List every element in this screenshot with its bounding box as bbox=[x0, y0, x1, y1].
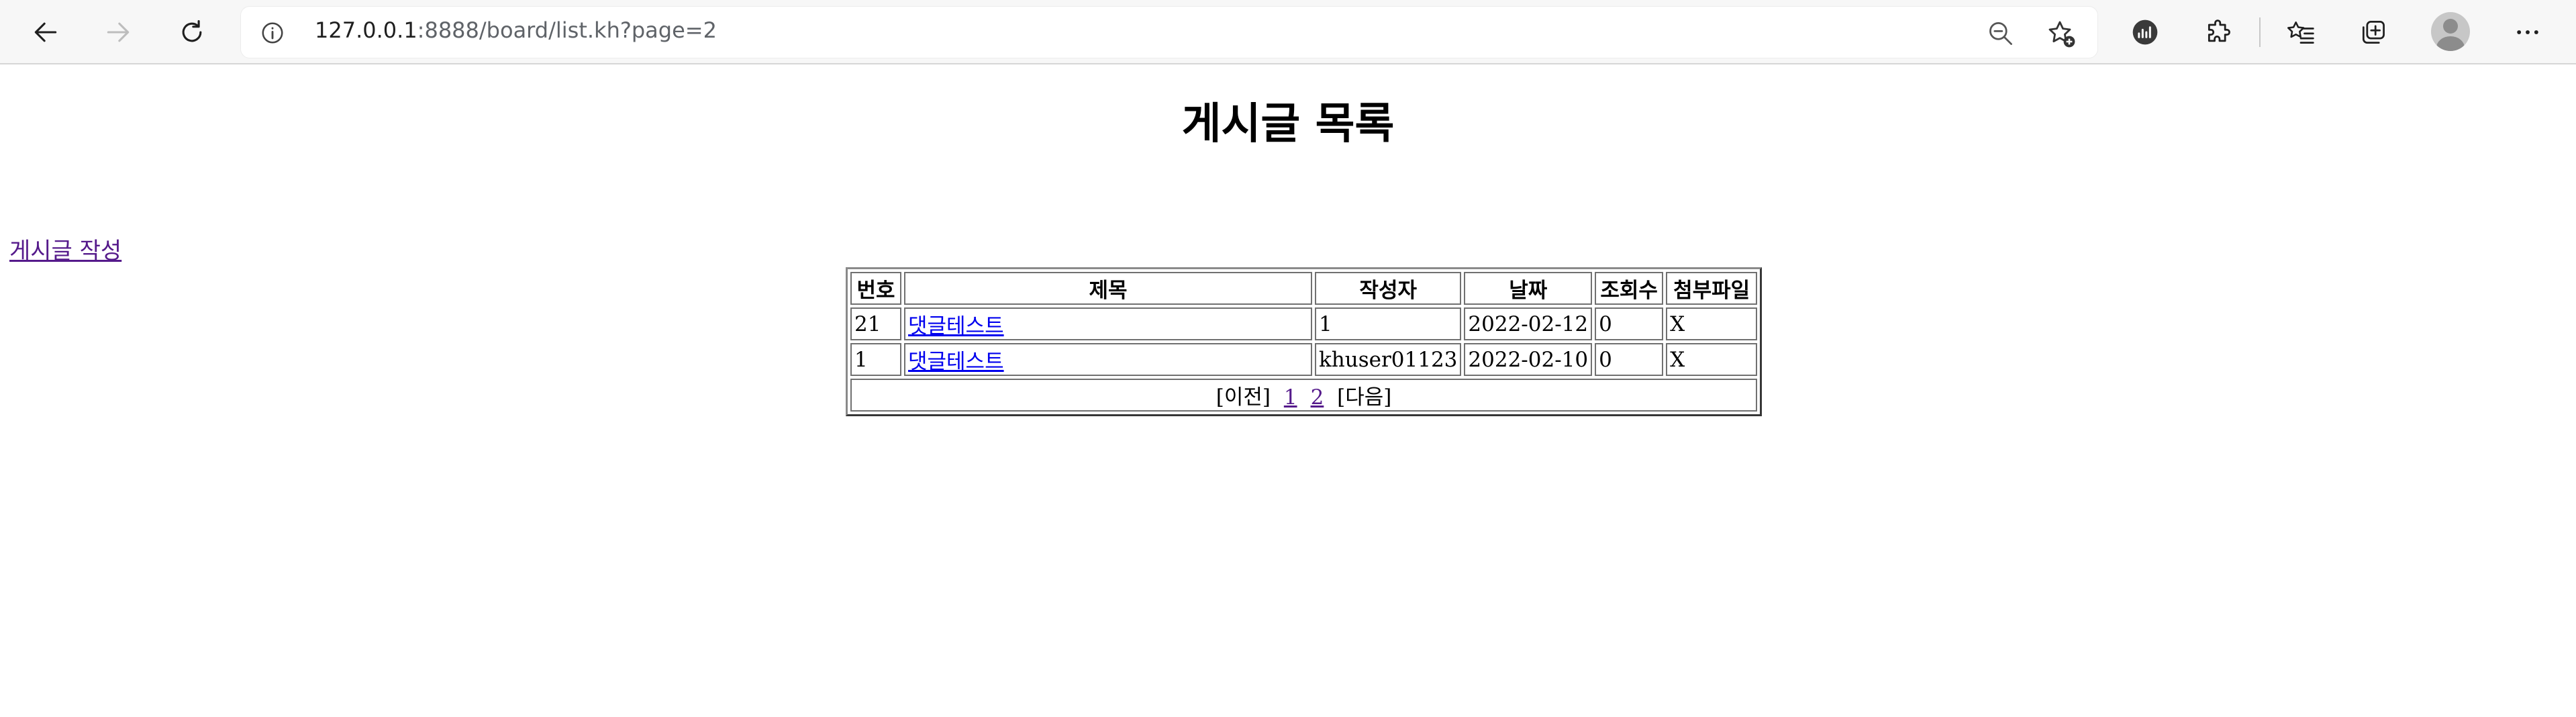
cell-no: 21 bbox=[850, 307, 901, 340]
more-button[interactable] bbox=[2506, 11, 2549, 54]
avatar-icon[interactable] bbox=[2431, 12, 2470, 51]
header-title: 제목 bbox=[904, 272, 1312, 305]
arrow-left-icon bbox=[34, 22, 57, 42]
cell-file: X bbox=[1666, 343, 1758, 376]
pagination: [이전] 12 [다음] bbox=[850, 379, 1758, 412]
more-icon bbox=[2517, 30, 2538, 34]
collections-button[interactable] bbox=[2352, 11, 2395, 54]
reload-icon bbox=[182, 19, 202, 42]
write-post-link[interactable]: 게시글 작성 bbox=[9, 235, 121, 267]
pagination-next: [다음] bbox=[1337, 385, 1392, 410]
header-no: 번호 bbox=[850, 272, 901, 305]
forward-button[interactable] bbox=[97, 11, 140, 54]
url-text[interactable]: 127.0.0.1:8888/board/list.kh?page=2 bbox=[315, 17, 717, 43]
reload-button[interactable] bbox=[170, 11, 213, 54]
header-writer: 작성자 bbox=[1315, 272, 1462, 305]
board-table: 번호 제목 작성자 날짜 조회수 첨부파일 21 댓글테스트 1 2022-02… bbox=[846, 267, 1763, 416]
info-icon[interactable] bbox=[260, 20, 285, 46]
cell-views: 0 bbox=[1595, 307, 1664, 340]
favorites-button[interactable] bbox=[2279, 11, 2322, 54]
performance-button[interactable] bbox=[2124, 11, 2167, 54]
toolbar-divider bbox=[2259, 17, 2261, 47]
page-title: 게시글 목록 bbox=[1181, 99, 1395, 149]
page-link-2[interactable]: 2 bbox=[1311, 385, 1324, 410]
cell-writer: 1 bbox=[1315, 307, 1462, 340]
post-title-link[interactable]: 댓글테스트 bbox=[908, 350, 1004, 374]
back-button[interactable] bbox=[24, 11, 67, 54]
extensions-button[interactable] bbox=[2197, 11, 2240, 54]
table-row: 1 댓글테스트 khuser01123 2022-02-10 0 X bbox=[850, 343, 1758, 376]
cell-file: X bbox=[1666, 307, 1758, 340]
zoom-out-icon[interactable] bbox=[1986, 19, 2016, 48]
cell-writer: khuser01123 bbox=[1315, 343, 1462, 376]
pagination-prev: [이전] bbox=[1216, 385, 1271, 410]
browser-toolbar: 127.0.0.1:8888/board/list.kh?page=2 bbox=[0, 0, 2576, 64]
header-date: 날짜 bbox=[1464, 272, 1593, 305]
cell-views: 0 bbox=[1595, 343, 1664, 376]
cell-date: 2022-02-12 bbox=[1464, 307, 1593, 340]
avatar-body bbox=[2436, 36, 2465, 51]
cell-title: 댓글테스트 bbox=[904, 343, 1312, 376]
collections-icon bbox=[2362, 21, 2385, 44]
cell-date: 2022-02-10 bbox=[1464, 343, 1593, 376]
puzzle-icon bbox=[2208, 19, 2230, 42]
post-title-link[interactable]: 댓글테스트 bbox=[908, 314, 1004, 338]
avatar-head bbox=[2443, 19, 2458, 34]
header-file: 첨부파일 bbox=[1666, 272, 1758, 305]
cell-no: 1 bbox=[850, 343, 901, 376]
cell-title: 댓글테스트 bbox=[904, 307, 1312, 340]
favorites-icon bbox=[2287, 21, 2314, 44]
address-bar[interactable]: 127.0.0.1:8888/board/list.kh?page=2 bbox=[240, 6, 2098, 58]
arrow-right-icon bbox=[107, 22, 130, 42]
table-header-row: 번호 제목 작성자 날짜 조회수 첨부파일 bbox=[850, 272, 1758, 305]
pagination-row: [이전] 12 [다음] bbox=[850, 379, 1758, 412]
page-link-1[interactable]: 1 bbox=[1284, 385, 1297, 410]
url-path: :8888/board/list.kh?page=2 bbox=[417, 17, 717, 43]
performance-icon bbox=[2132, 19, 2158, 45]
url-host: 127.0.0.1 bbox=[315, 17, 417, 43]
table-row: 21 댓글테스트 1 2022-02-12 0 X bbox=[850, 307, 1758, 340]
star-add-icon[interactable] bbox=[2045, 17, 2077, 50]
header-views: 조회수 bbox=[1595, 272, 1664, 305]
